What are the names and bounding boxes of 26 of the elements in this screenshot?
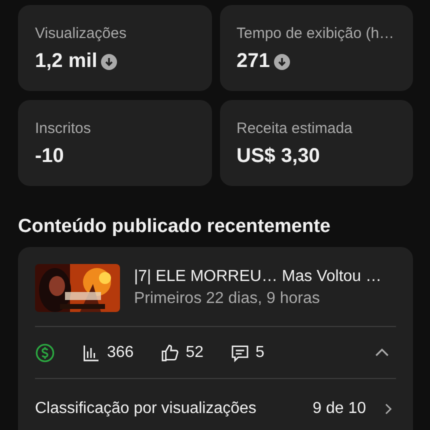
trend-down-icon — [274, 54, 290, 70]
ranking-label: Classificação por visualizações — [35, 400, 256, 418]
ranking-row[interactable]: Classificação por visualizações 9 de 10 — [35, 379, 396, 430]
section-title: Conteúdo publicado recentemente — [18, 216, 332, 238]
stat-value: 52 — [186, 344, 204, 362]
stat-value: 366 — [107, 344, 134, 362]
bar-chart-icon — [81, 342, 101, 362]
video-title[interactable]: |7| ELE MORREU… Mas Voltou … — [134, 268, 382, 286]
metric-card[interactable]: Tempo de exibição (h… 271 — [220, 5, 413, 91]
metric-card[interactable]: Receita estimada US$ 3,30 — [220, 100, 413, 186]
metric-value: -10 — [35, 145, 64, 168]
metric-label: Receita estimada — [236, 120, 354, 137]
thumbs-up-icon — [160, 342, 180, 362]
trend-down-icon — [101, 54, 118, 70]
metric-label: Tempo de exibição (h… — [236, 25, 395, 42]
comment-icon — [230, 342, 250, 362]
metric-card[interactable]: Visualizações 1,2 mil — [18, 5, 212, 91]
ranking-value: 9 de 10 — [312, 400, 366, 418]
video-period: Primeiros 22 dias, 9 horas — [134, 290, 321, 308]
stat-value: 5 — [256, 344, 264, 362]
metric-value: 271 — [236, 50, 270, 73]
metric-label: Visualizações — [35, 25, 128, 42]
metric-value: 1,2 mil — [35, 50, 98, 73]
metric-card[interactable]: Inscritos -10 — [18, 100, 212, 186]
metric-value: US$ 3,30 — [236, 145, 320, 168]
metric-label: Inscritos — [35, 120, 92, 137]
